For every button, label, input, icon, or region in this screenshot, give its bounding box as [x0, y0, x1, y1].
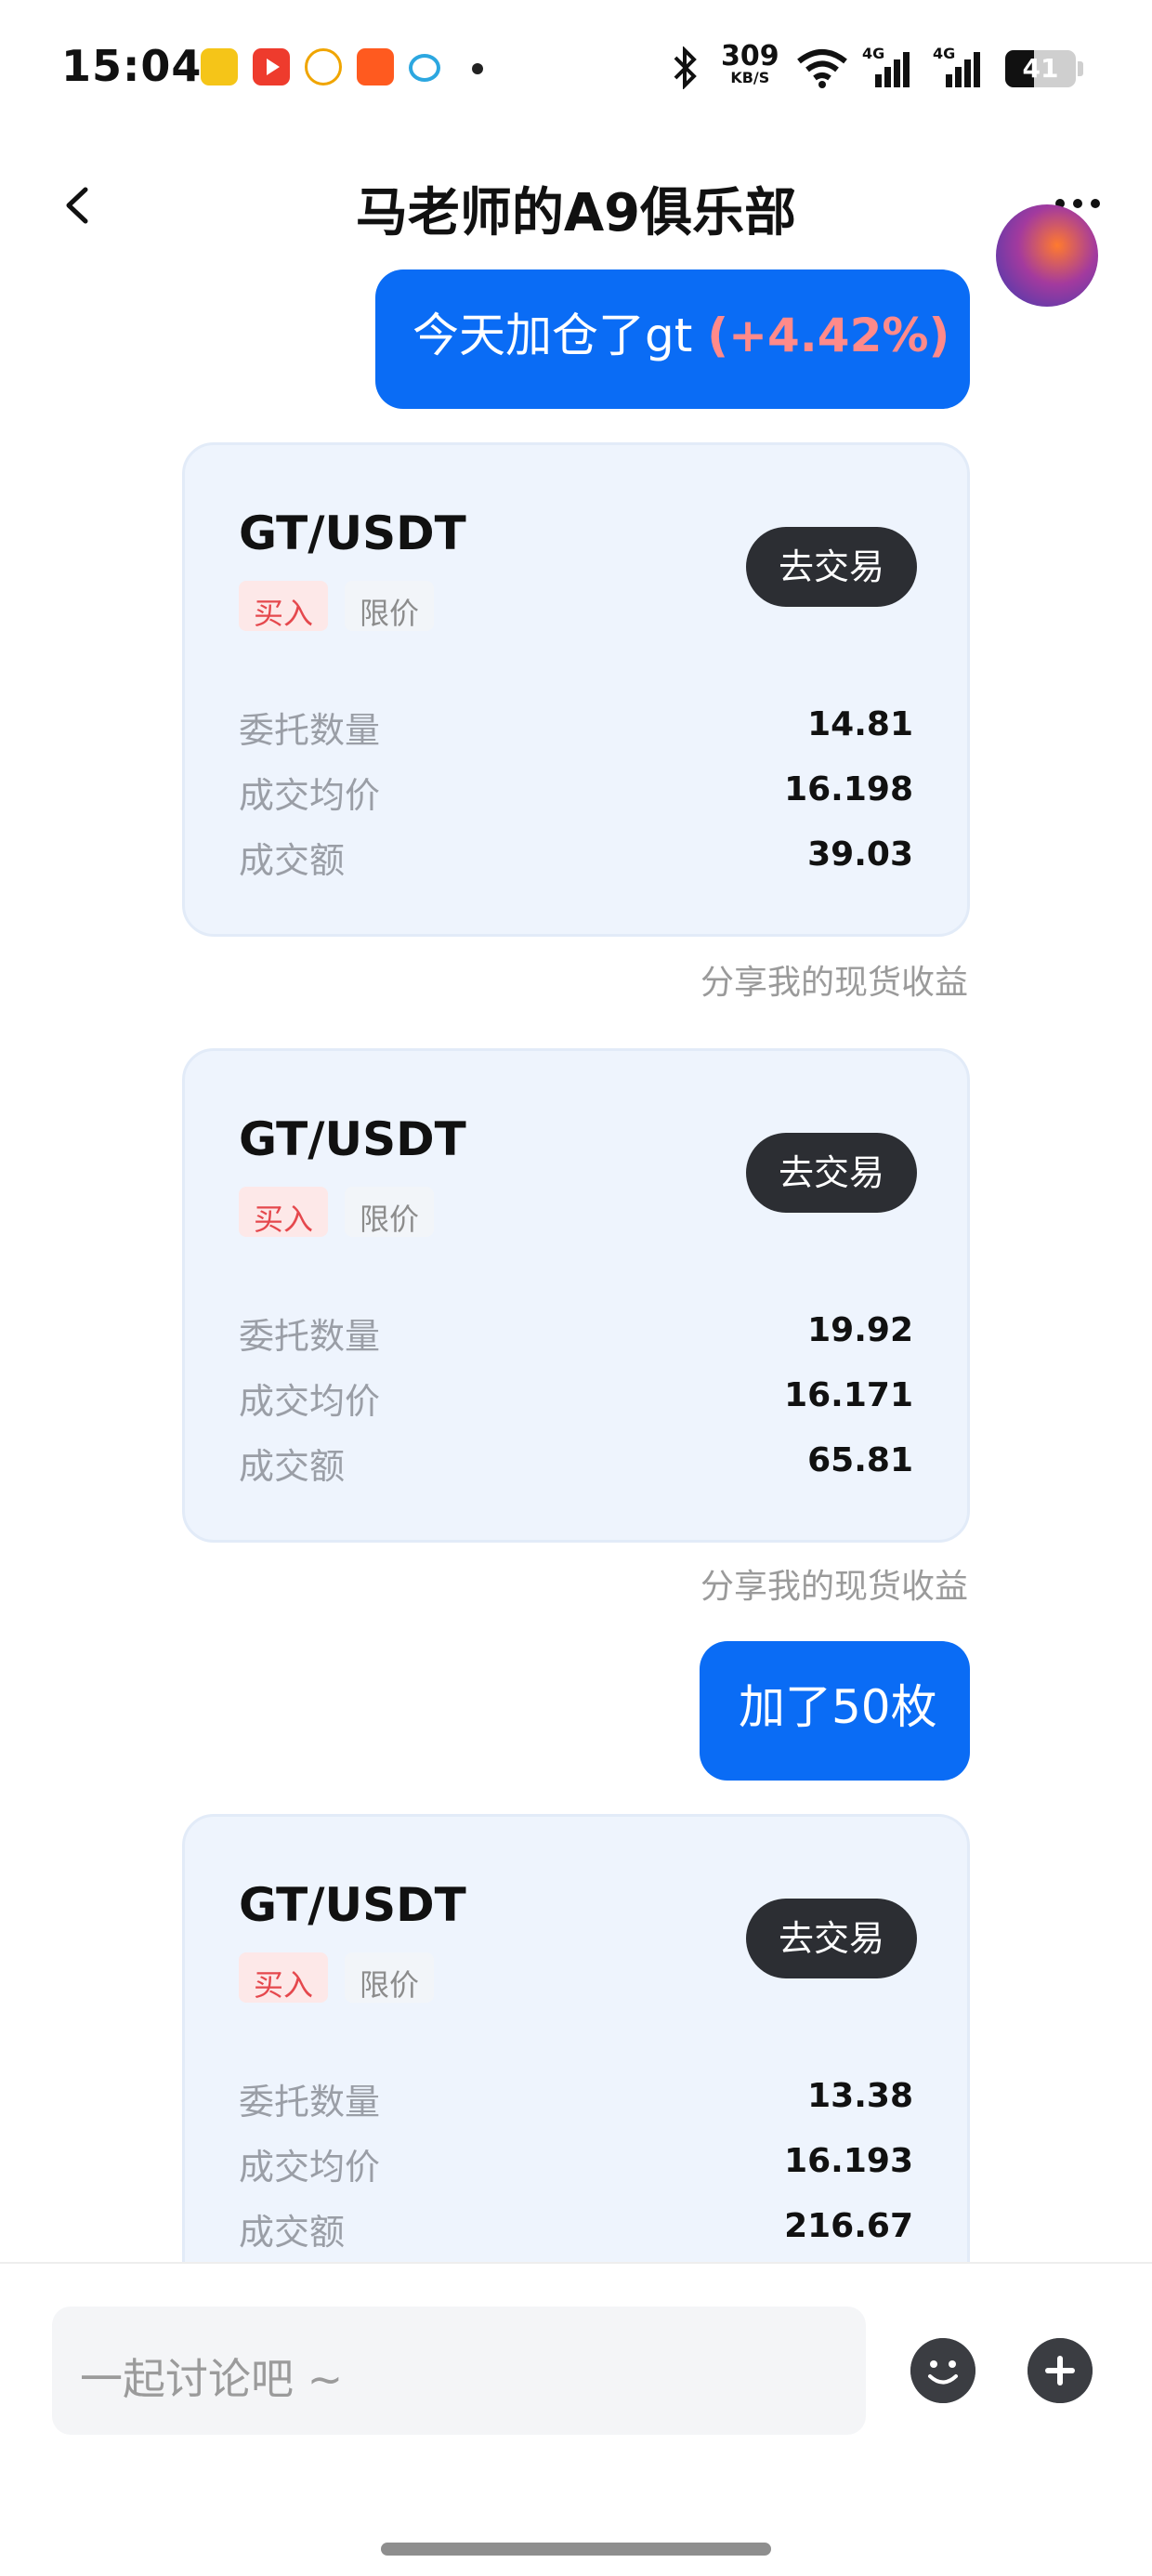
- page-title: 马老师的A9俱乐部: [355, 183, 797, 243]
- wifi-icon: [797, 49, 847, 88]
- order-type-tag: 限价: [345, 581, 435, 631]
- side-tag: 买入: [239, 1187, 329, 1237]
- message-text: 今天加仓了gt: [412, 309, 708, 362]
- yellow-app-icon: [201, 48, 238, 85]
- avg-price-row: 成交均价 16.193: [239, 2138, 913, 2194]
- side-tag: 买入: [239, 581, 329, 631]
- row-label: 成交额: [239, 2212, 346, 2253]
- bluetooth-icon: [674, 46, 697, 89]
- order-type-tag: 限价: [345, 1187, 435, 1237]
- red-video-icon: [253, 48, 290, 85]
- row-label: 委托数量: [239, 710, 381, 751]
- gain-percentage: (+4.42%): [707, 309, 950, 362]
- network-speed: 309 KB/S: [721, 43, 779, 85]
- trade-card[interactable]: GT/USDT 买入 限价 去交易 委托数量 19.92 成交均价 16.171…: [182, 1048, 970, 1543]
- order-amount-row: 委托数量 14.81: [239, 702, 913, 757]
- row-value: 16.193: [784, 2142, 913, 2180]
- battery-tip: [1078, 61, 1083, 76]
- turnover-row: 成交额 39.03: [239, 832, 913, 887]
- message-bubble[interactable]: 加了50枚: [700, 1641, 970, 1781]
- trading-pair: GT/USDT: [239, 1112, 466, 1166]
- row-label: 委托数量: [239, 2082, 381, 2123]
- row-label: 成交额: [239, 840, 346, 881]
- status-bar: 15:04 309 KB/S 4G 4G 41: [0, 0, 1152, 139]
- row-label: 成交均价: [239, 1381, 381, 1422]
- avatar[interactable]: [996, 204, 1098, 307]
- battery-icon: 41: [1005, 50, 1076, 87]
- cell-signal-1-icon: 4G: [862, 45, 914, 89]
- chat-app-icon: [409, 54, 440, 82]
- network-speed-unit: KB/S: [730, 69, 770, 86]
- notification-dot-icon: [472, 63, 483, 74]
- turnover-row: 成交额 216.67: [239, 2203, 913, 2259]
- nav-bar: 马老师的A9俱乐部: [0, 139, 1152, 269]
- home-indicator[interactable]: [381, 2543, 771, 2556]
- trade-button[interactable]: 去交易: [746, 527, 917, 607]
- signal-1-label: 4G: [862, 45, 885, 62]
- trade-button[interactable]: 去交易: [746, 1899, 917, 1978]
- chat-screen: 15:04 309 KB/S 4G 4G 41 马老师的A9俱乐部 今天加仓了g…: [0, 0, 1152, 2576]
- input-bar: 一起讨论吧 ~: [0, 2262, 1152, 2576]
- message-bubble[interactable]: 今天加仓了gt (+4.42%): [375, 269, 970, 409]
- row-value: 65.81: [807, 1441, 913, 1479]
- row-value: 16.198: [784, 770, 913, 808]
- turnover-row: 成交额 65.81: [239, 1438, 913, 1493]
- order-type-tag: 限价: [345, 1952, 435, 2003]
- share-link[interactable]: 分享我的现货收益: [700, 1559, 968, 1608]
- side-tag: 买入: [239, 1952, 329, 2003]
- weibo-icon: [305, 48, 342, 85]
- input-placeholder: 一起讨论吧 ~: [80, 2354, 344, 2404]
- trade-button[interactable]: 去交易: [746, 1133, 917, 1213]
- avg-price-row: 成交均价 16.171: [239, 1373, 913, 1428]
- avg-price-row: 成交均价 16.198: [239, 767, 913, 822]
- row-label: 成交均价: [239, 775, 381, 816]
- trading-pair: GT/USDT: [239, 1878, 466, 1932]
- trading-pair: GT/USDT: [239, 506, 466, 560]
- orange-app-icon: [357, 48, 394, 85]
- row-value: 16.171: [784, 1376, 913, 1414]
- row-value: 19.92: [807, 1311, 913, 1349]
- row-label: 成交额: [239, 1446, 346, 1487]
- signal-2-label: 4G: [933, 45, 956, 62]
- trade-card[interactable]: GT/USDT 买入 限价 去交易 委托数量 14.81 成交均价 16.198…: [182, 442, 970, 937]
- message-text: 加了50枚: [739, 1680, 937, 1734]
- row-label: 成交均价: [239, 2147, 381, 2188]
- plus-icon[interactable]: [1028, 2338, 1093, 2403]
- cell-signal-2-icon: 4G: [933, 45, 985, 89]
- battery-level: 41: [1022, 53, 1059, 84]
- row-value: 216.67: [784, 2207, 913, 2245]
- smiley-icon[interactable]: [910, 2338, 975, 2403]
- row-value: 14.81: [807, 705, 913, 743]
- order-amount-row: 委托数量 19.92: [239, 1308, 913, 1363]
- row-value: 39.03: [807, 835, 913, 874]
- message-input[interactable]: 一起讨论吧 ~: [52, 2307, 866, 2435]
- share-link[interactable]: 分享我的现货收益: [700, 955, 968, 1004]
- row-label: 委托数量: [239, 1316, 381, 1357]
- network-speed-value: 309: [721, 40, 779, 72]
- order-amount-row: 委托数量 13.38: [239, 2073, 913, 2129]
- status-time: 15:04: [61, 41, 203, 91]
- row-value: 13.38: [807, 2077, 913, 2115]
